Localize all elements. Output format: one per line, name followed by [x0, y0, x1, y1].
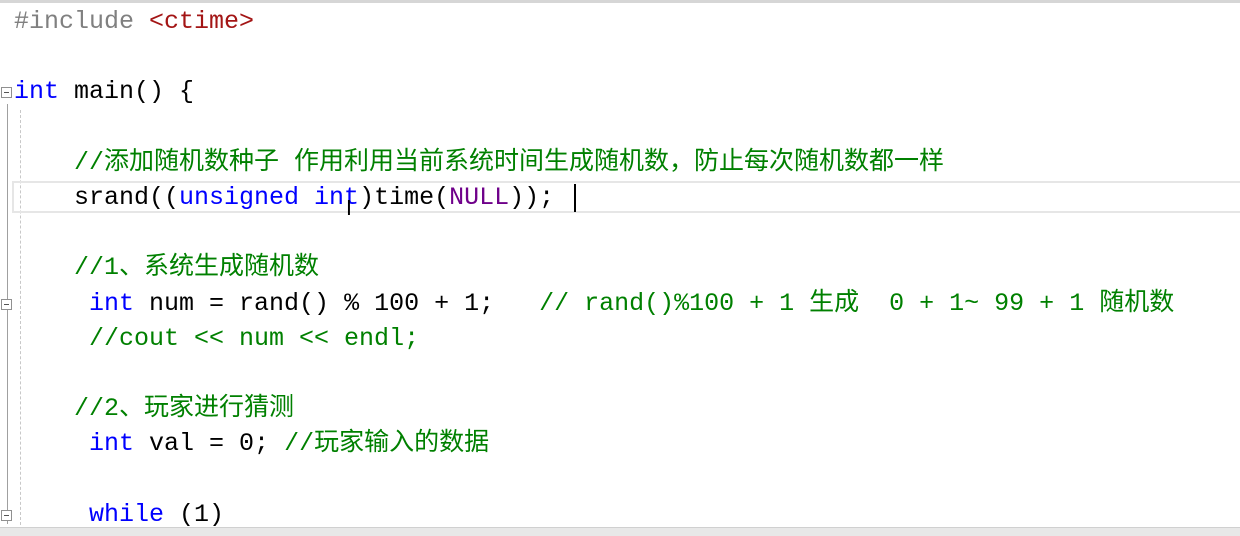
code-line[interactable]: int val = 0; //玩家输入的数据 — [14, 427, 489, 461]
code-line[interactable]: #include <ctime> — [14, 5, 254, 39]
comment-token: // rand()%100 + 1 生成 0 + 1~ 99 + 1 随机数 — [539, 288, 1175, 318]
code-line[interactable]: srand((unsigned int)time(NULL)); — [14, 181, 554, 215]
fold-gutter-line — [7, 104, 8, 524]
ibeam-cursor-icon: I — [346, 196, 352, 220]
keyword-token: int — [89, 288, 135, 318]
code-token: num = rand() % 100 + 1; — [134, 288, 540, 318]
code-token: srand(( — [14, 183, 180, 212]
code-line[interactable]: //添加随机数种子 作用利用当前系统时间生成随机数，防止每次随机数都一样 — [14, 146, 944, 180]
comment-token: //2、玩家进行猜测 — [74, 394, 295, 424]
code-token: val = 0; — [134, 429, 285, 459]
code-line[interactable]: int num = rand() % 100 + 1; // rand()%10… — [14, 287, 1174, 321]
comment-token: //添加随机数种子 作用利用当前系统时间生成随机数，防止每次随机数都一样 — [74, 147, 945, 177]
code-line[interactable]: //cout << num << endl; — [14, 322, 419, 356]
fold-collapse-icon[interactable] — [1, 298, 12, 310]
text-caret — [574, 184, 576, 212]
code-token: )); — [509, 183, 555, 212]
code-token: )time( — [359, 183, 450, 212]
fold-collapse-icon[interactable] — [1, 509, 12, 521]
editor-top-border — [0, 0, 1240, 3]
header-token: <ctime> — [149, 7, 255, 36]
keyword-token: unsigned int — [179, 183, 360, 212]
comment-token: //cout << num << endl; — [89, 323, 420, 353]
preprocessor-token: #include — [14, 7, 150, 36]
code-line[interactable]: int main() { — [14, 75, 194, 109]
keyword-token: while — [89, 499, 165, 529]
code-token: (1) — [164, 499, 225, 529]
comment-token: //1、系统生成随机数 — [74, 253, 320, 283]
keyword-token: int — [14, 77, 60, 107]
code-token: main() { — [59, 77, 195, 107]
code-line[interactable]: //2、玩家进行猜测 — [14, 392, 294, 426]
code-line[interactable]: //1、系统生成随机数 — [14, 251, 319, 285]
macro-token: NULL — [449, 183, 510, 212]
fold-collapse-icon[interactable] — [1, 87, 12, 99]
keyword-token: int — [89, 429, 135, 459]
comment-token: //玩家输入的数据 — [284, 429, 490, 459]
